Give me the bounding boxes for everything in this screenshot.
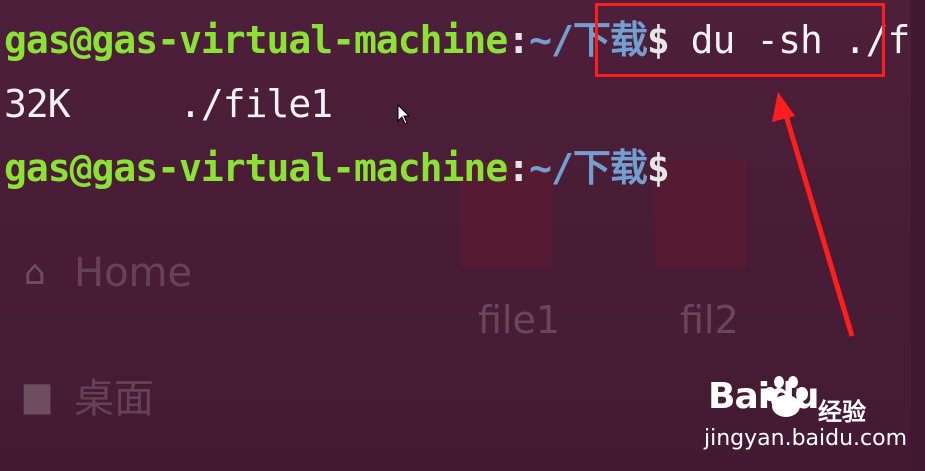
- home-icon: ⌂: [24, 253, 46, 293]
- terminal-window[interactable]: ⌂ Home ▆ 桌面 file1 fil2 gas@gas-virtual-m…: [0, 0, 925, 471]
- output-line: 32K ./file1: [4, 82, 333, 126]
- baidu-watermark: Baidu 经验 jingyan.baidu.com: [698, 368, 918, 468]
- output-size: 32K: [4, 82, 71, 126]
- prompt-user-host: gas@gas-virtual-machine: [4, 146, 508, 190]
- output-path: ./file1: [179, 82, 333, 126]
- sidebar-home-label: Home: [74, 250, 193, 296]
- prompt-user-host: gas@gas-virtual-machine: [4, 18, 508, 62]
- prompt-colon: :: [507, 146, 530, 190]
- window-edge: [911, 0, 925, 471]
- command-highlight-box: [595, 3, 885, 77]
- sidebar-desktop-label: 桌面: [74, 376, 154, 422]
- file-icon: [655, 160, 747, 268]
- file-label: fil2: [680, 298, 739, 342]
- desktop-folder-icon: ▆: [24, 375, 51, 415]
- prompt-colon: :: [507, 18, 530, 62]
- prompt-line-2: gas@gas-virtual-machine:~/下载$: [4, 146, 670, 190]
- prompt-dollar: $: [646, 146, 670, 190]
- watermark-brand-cn: 经验: [818, 398, 866, 426]
- prompt-path: ~/下载: [529, 146, 648, 190]
- mouse-pointer-icon: [397, 104, 411, 125]
- file-label: file1: [478, 298, 561, 342]
- watermark-url: jingyan.baidu.com: [704, 426, 908, 451]
- arrow-shaft: [782, 111, 855, 337]
- sidebar-item-home: ⌂ Home: [24, 250, 192, 296]
- arrow-head: [772, 92, 795, 122]
- baidu-paw-icon: [764, 376, 808, 417]
- sidebar-item-desktop: ▆ 桌面: [24, 366, 154, 424]
